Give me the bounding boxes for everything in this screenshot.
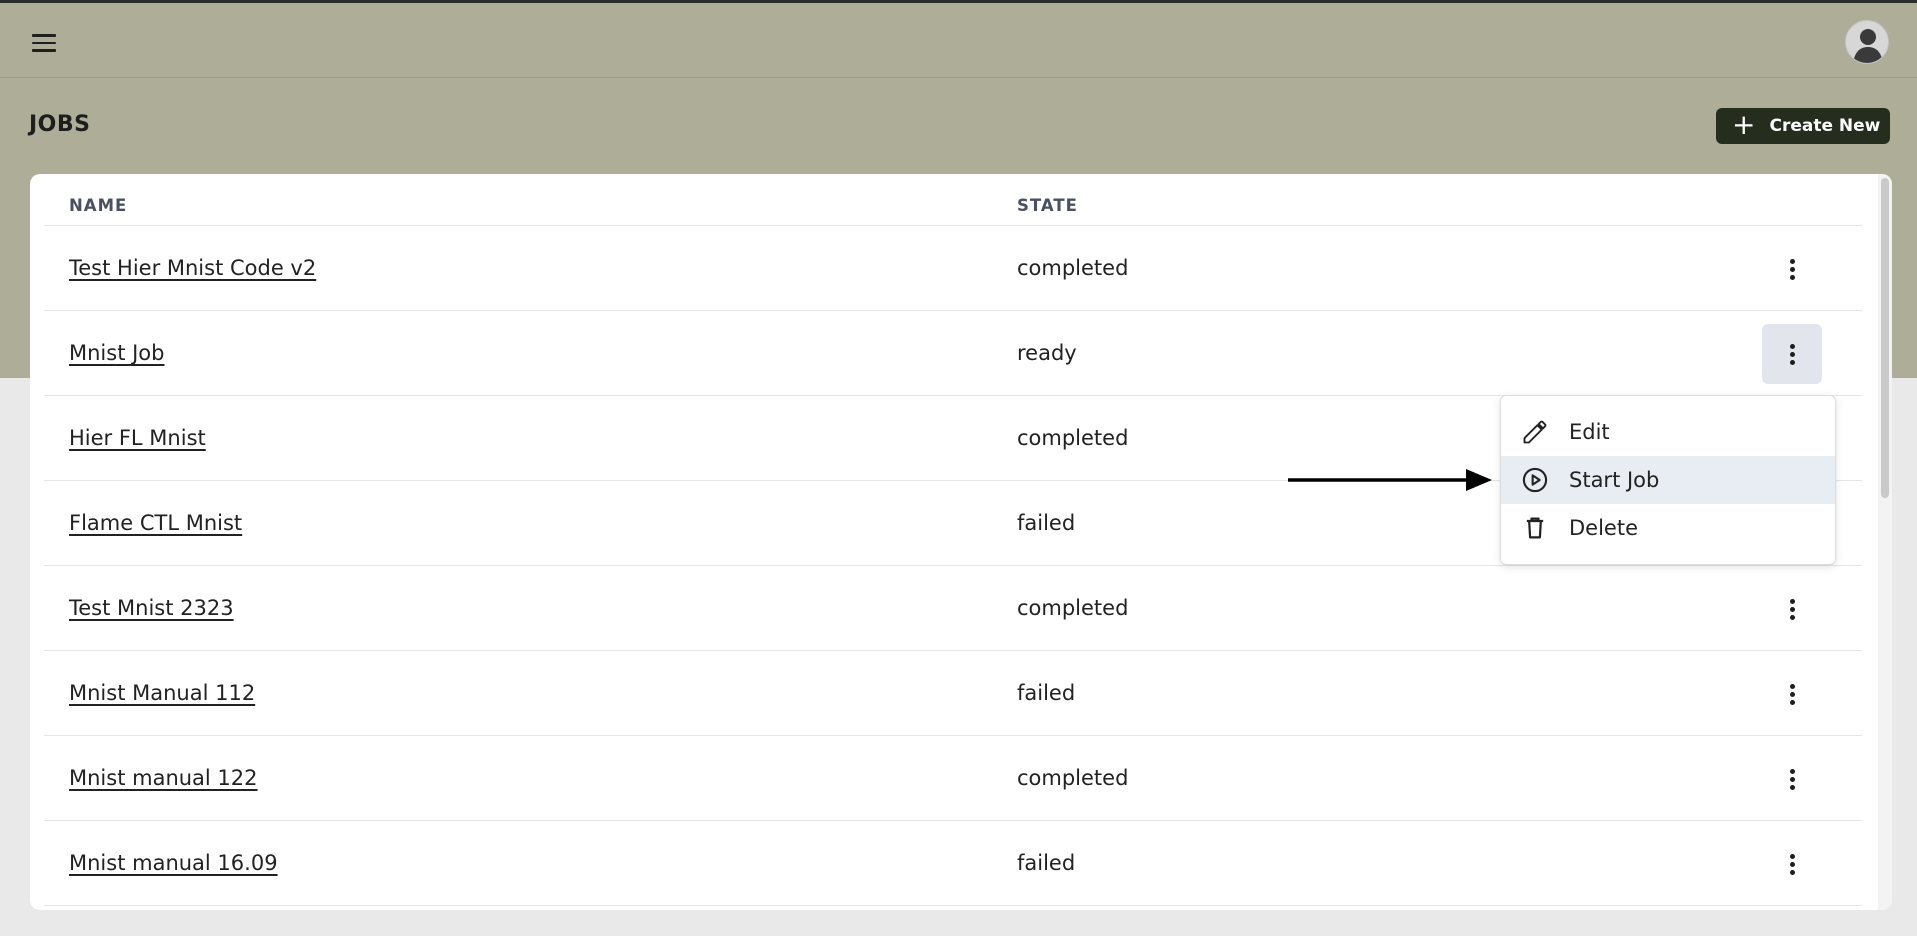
job-name-link[interactable]: Mnist manual 16.09 xyxy=(69,851,278,875)
menu-item-label: Delete xyxy=(1569,516,1638,540)
app-bar xyxy=(0,3,1917,78)
job-state: completed xyxy=(1017,596,1129,620)
job-name-link[interactable]: Test Hier Mnist Code v2 xyxy=(69,256,316,280)
table-row: Mnist manual 122 completed xyxy=(44,736,1862,821)
more-vert-icon[interactable] xyxy=(1762,834,1822,894)
job-name-link[interactable]: Flame CTL Mnist xyxy=(69,511,242,535)
hamburger-menu-icon[interactable] xyxy=(24,26,64,60)
job-state: completed xyxy=(1017,766,1129,790)
table-row: Test Mnist 2323 completed xyxy=(44,566,1862,651)
job-state: completed xyxy=(1017,426,1129,450)
create-new-button[interactable]: + Create New xyxy=(1716,108,1890,144)
table-header: NAME STATE xyxy=(44,174,1862,226)
job-state: ready xyxy=(1017,341,1077,365)
table-row: Mnist Manual 112 failed xyxy=(44,651,1862,736)
menu-item-start-job[interactable]: Start Job xyxy=(1501,456,1835,504)
scrollbar-thumb[interactable] xyxy=(1881,178,1889,498)
job-state: failed xyxy=(1017,851,1076,875)
plus-icon: + xyxy=(1732,107,1756,141)
column-header-name: NAME xyxy=(69,196,128,215)
trash-icon xyxy=(1526,517,1544,539)
pencil-icon xyxy=(1523,420,1547,444)
row-actions-menu: Edit Start Job Delete xyxy=(1500,395,1836,565)
job-state: failed xyxy=(1017,681,1076,705)
job-name-link[interactable]: Hier FL Mnist xyxy=(69,426,206,450)
scrollbar-track[interactable] xyxy=(1878,174,1892,910)
menu-item-label: Edit xyxy=(1569,420,1610,444)
table-row: Mnist Job ready xyxy=(44,311,1862,396)
job-name-link[interactable]: Mnist Job xyxy=(69,341,164,365)
more-vert-icon[interactable] xyxy=(1762,579,1822,639)
table-row: Mnist manual 16.09 failed xyxy=(44,821,1862,906)
job-name-link[interactable]: Mnist Manual 112 xyxy=(69,681,255,705)
play-circle-icon xyxy=(1522,467,1548,493)
job-state: failed xyxy=(1017,511,1076,535)
page-title: JOBS xyxy=(29,112,91,137)
menu-item-edit[interactable]: Edit xyxy=(1501,408,1835,456)
more-vert-icon[interactable] xyxy=(1762,239,1822,299)
job-name-link[interactable]: Mnist manual 122 xyxy=(69,766,258,790)
user-avatar-icon[interactable] xyxy=(1845,20,1889,64)
more-vert-icon[interactable] xyxy=(1762,324,1822,384)
menu-item-label: Start Job xyxy=(1569,468,1660,492)
job-name-link[interactable]: Test Mnist 2323 xyxy=(69,596,234,620)
menu-item-delete[interactable]: Delete xyxy=(1501,504,1835,552)
column-header-state: STATE xyxy=(1017,196,1078,215)
job-state: completed xyxy=(1017,256,1129,280)
more-vert-icon[interactable] xyxy=(1762,749,1822,809)
annotation-arrow-icon xyxy=(1288,469,1492,491)
create-new-label: Create New xyxy=(1769,116,1881,136)
more-vert-icon[interactable] xyxy=(1762,664,1822,724)
table-row: Test Hier Mnist Code v2 completed xyxy=(44,226,1862,311)
